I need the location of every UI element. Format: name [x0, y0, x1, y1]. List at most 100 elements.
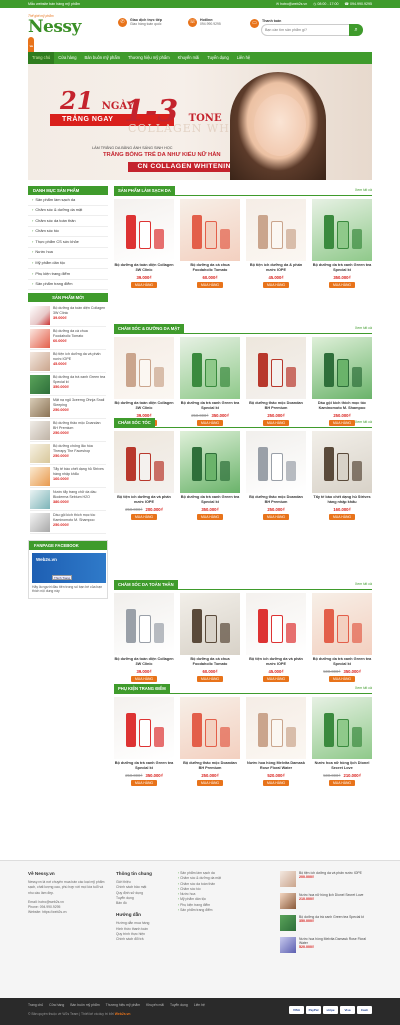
footer-product[interactable]: Nước hoa hồng Melvita Damask Rose Floral… [280, 937, 372, 957]
buy-button[interactable]: MUA HÀNG [130, 676, 158, 682]
view-all-link[interactable]: Xem tất cả [355, 582, 372, 586]
nav-brands[interactable]: Thương hiệu mỹ phẩm [124, 52, 174, 64]
facebook-like-button[interactable]: Thích Trang [52, 575, 72, 581]
product-name[interactable]: Bộ tiện ích dưỡng da và phấn nước IOPE [114, 495, 174, 505]
search-input[interactable] [262, 25, 346, 35]
product-name[interactable]: Bộ tiện ích dưỡng da & phấn nước IOPE [246, 263, 306, 273]
category-item[interactable]: › Mỹ phẩm dân tộc [28, 259, 108, 270]
nav-careers[interactable]: Tuyển dụng [203, 52, 232, 64]
product-card[interactable]: Bộ dưỡng da cà chua Foodaholic Tomato 60.… [180, 199, 240, 288]
new-product-item[interactable]: Bộ dưỡng da trà xanh Green tea Special k… [30, 373, 106, 397]
product-image[interactable] [180, 337, 240, 399]
facebook-page-card[interactable]: Web2s.vn Thích Trang [32, 553, 106, 584]
product-image[interactable] [246, 199, 306, 261]
product-card[interactable]: Nước hoa hồng Melvita Damask Rose Floral… [246, 697, 306, 786]
footer-product[interactable]: Bộ tiện ích dưỡng da và phấn nước IOPE 20… [280, 871, 372, 891]
footer-product[interactable]: Nước hoa nữ hồng lịch Dionel Secret Love… [280, 893, 372, 913]
buy-button[interactable]: MUA HÀNG [328, 514, 356, 520]
buy-button[interactable]: MUA HÀNG [130, 514, 158, 520]
product-image[interactable] [246, 593, 306, 655]
buy-button[interactable]: MUA HÀNG [196, 514, 224, 520]
product-name[interactable]: Bộ dưỡng thảo mộc Doandan BH Premium [246, 495, 306, 505]
product-name[interactable]: Bộ tiện ích dưỡng da và phấn nước IOPE [246, 657, 306, 667]
product-card[interactable]: Bộ dưỡng da toàn diện Collagen 3W Clinic… [114, 593, 174, 682]
product-name[interactable]: Tẩy tế bào chết dạng hủ Strives hàng nhậ… [312, 495, 372, 505]
product-image[interactable] [312, 199, 372, 261]
buy-button[interactable]: MUA HÀNG [196, 282, 224, 288]
product-name[interactable]: Bộ dưỡng da toàn diện Collagen 3W Clinic [114, 657, 174, 667]
product-name[interactable]: Bộ dưỡng da toàn diện Collagen 3W Clinic [114, 401, 174, 411]
product-card[interactable]: Bộ dưỡng da trà xanh Green tea Special k… [180, 337, 240, 426]
product-image[interactable] [246, 431, 306, 493]
product-card[interactable]: Bộ dưỡng da toàn diện Collagen 3W Clinic… [114, 199, 174, 288]
buy-button[interactable]: MUA HÀNG [328, 780, 356, 786]
buy-button[interactable]: MUA HÀNG [262, 514, 290, 520]
product-card[interactable]: Bộ tiện ích dưỡng da & phấn nước IOPE 45.… [246, 199, 306, 288]
product-card[interactable]: Tẩy tế bào chết dạng hủ Strives hàng nhậ… [312, 431, 372, 520]
product-image[interactable] [114, 697, 174, 759]
footer-category[interactable]: › Sản phẩm trang điểm [178, 908, 273, 913]
phone-link[interactable]: ☎ 094.990.9295 [345, 2, 372, 6]
product-name[interactable]: Bộ dưỡng da trà xanh Green tea Special k… [312, 263, 372, 273]
category-item[interactable]: › Sản phẩm làm sạch da [28, 195, 108, 206]
view-all-link[interactable]: Xem tất cả [355, 188, 372, 192]
product-name[interactable]: Bộ dưỡng da trà xanh Green tea Special k… [114, 761, 174, 771]
new-product-item[interactable]: Bộ dưỡng chống lão hóa Therapy The Faces… [30, 442, 106, 466]
category-item[interactable]: › Chăm sóc da toàn thân [28, 216, 108, 227]
product-name[interactable]: Bộ dưỡng da toàn diện Collagen 3W Clinic [114, 263, 174, 273]
product-name[interactable]: Dầu gội kích thích mọc tóc Kaminomoto M.… [312, 401, 372, 411]
new-product-item[interactable]: Bộ dưỡng da cà chua Foodaholic Tomato 60.… [30, 327, 106, 351]
product-name[interactable]: Bộ dưỡng da trà xanh Green tea Special k… [312, 657, 372, 667]
bottom-link[interactable]: Khuyến mãi [146, 1003, 164, 1007]
product-image[interactable] [246, 697, 306, 759]
product-name[interactable]: Nước hoa hồng Melvita Damask Rose Floral… [246, 761, 306, 771]
buy-button[interactable]: MUA HÀNG [130, 780, 158, 786]
view-all-link[interactable]: Xem tất cả [355, 686, 372, 690]
new-product-item[interactable]: Bộ tiện ích dưỡng da và phấn nước IOPE 45… [30, 350, 106, 374]
product-image[interactable] [180, 431, 240, 493]
footer-website[interactable]: Website: https://web2s.vn [28, 910, 108, 915]
product-card[interactable]: Bộ dưỡng thảo mộc Doandan BH Premium 250.… [246, 337, 306, 426]
product-name[interactable]: Bộ dưỡng da cà chua Foodaholic Tomato [180, 263, 240, 273]
new-product-item[interactable]: Dầu gội kích thích mọc tóc Kaminomoto M.… [30, 511, 106, 535]
product-card[interactable]: Dầu gội kích thích mọc tóc Kaminomoto M.… [312, 337, 372, 426]
product-card[interactable]: Bộ dưỡng da trà xanh Green tea Special k… [114, 697, 174, 786]
new-product-item[interactable]: Bộ dưỡng thảo mộc Doandan BH Premium 250.… [30, 419, 106, 443]
product-name[interactable]: Bộ dưỡng thảo mộc Doandan BH Premium [246, 401, 306, 411]
new-product-item[interactable]: Mặt nạ ngủ 3ceemg Ohnja Snail Sleeping 25… [30, 396, 106, 420]
buy-button[interactable]: MUA HÀNG [130, 282, 158, 288]
view-all-link[interactable]: Xem tất cả [355, 420, 372, 424]
category-item[interactable]: › Phụ kiện trang điểm [28, 269, 108, 280]
bottom-link[interactable]: Liên hệ [194, 1003, 205, 1007]
product-image[interactable] [312, 697, 372, 759]
logo[interactable]: Thế giới mỹ phẩm Nessy vn [28, 14, 88, 55]
buy-button[interactable]: MUA HÀNG [262, 282, 290, 288]
product-name[interactable]: Bộ dưỡng thảo mộc Doandan BH Premium [180, 761, 240, 771]
product-name[interactable]: Bộ dưỡng da cà chua Foodaholic Tomato [180, 657, 240, 667]
category-item[interactable]: › Chăm sóc & dưỡng da mặt [28, 206, 108, 217]
new-product-item[interactable]: Bộ dưỡng da toàn diện Collagen 3W Clinic… [30, 304, 106, 328]
buy-button[interactable]: MUA HÀNG [262, 676, 290, 682]
product-image[interactable] [312, 431, 372, 493]
bottom-link[interactable]: Bán buôn mỹ phẩm [70, 1003, 99, 1007]
buy-button[interactable]: MUA HÀNG [328, 282, 356, 288]
category-item[interactable]: › Chăm sóc tóc [28, 227, 108, 238]
nav-promotions[interactable]: Khuyến mãi [174, 52, 204, 64]
product-card[interactable]: Nước hoa nữ hồng lịch Dionel Secret Love… [312, 697, 372, 786]
nav-home[interactable]: Trang chủ [28, 52, 55, 64]
product-card[interactable]: Bộ dưỡng da trà xanh Green tea Special k… [312, 593, 372, 682]
product-card[interactable]: Bộ dưỡng da trà xanh Green tea Special k… [312, 199, 372, 288]
nav-contact[interactable]: Liên hệ [233, 52, 254, 64]
copyright-brand[interactable]: Web2s.vn [115, 1012, 131, 1016]
buy-button[interactable]: MUA HÀNG [328, 676, 356, 682]
category-item[interactable]: › Thực phẩm CS sức khỏe [28, 237, 108, 248]
search-icon[interactable]: ⌕ [349, 24, 363, 36]
buy-button[interactable]: MUA HÀNG [262, 780, 290, 786]
category-item[interactable]: › Sản phẩm trang điểm [28, 280, 108, 291]
buy-button[interactable]: MUA HÀNG [196, 780, 224, 786]
product-card[interactable]: Bộ dưỡng da toàn diện Collagen 3W Clinic… [114, 337, 174, 426]
bottom-link[interactable]: Trang chủ [28, 1003, 43, 1007]
footer-link[interactable]: Bản đồ [116, 901, 171, 906]
nav-wholesale[interactable]: Bán buôn mỹ phẩm [81, 52, 125, 64]
nav-shop[interactable]: Cửa hàng [54, 52, 80, 64]
